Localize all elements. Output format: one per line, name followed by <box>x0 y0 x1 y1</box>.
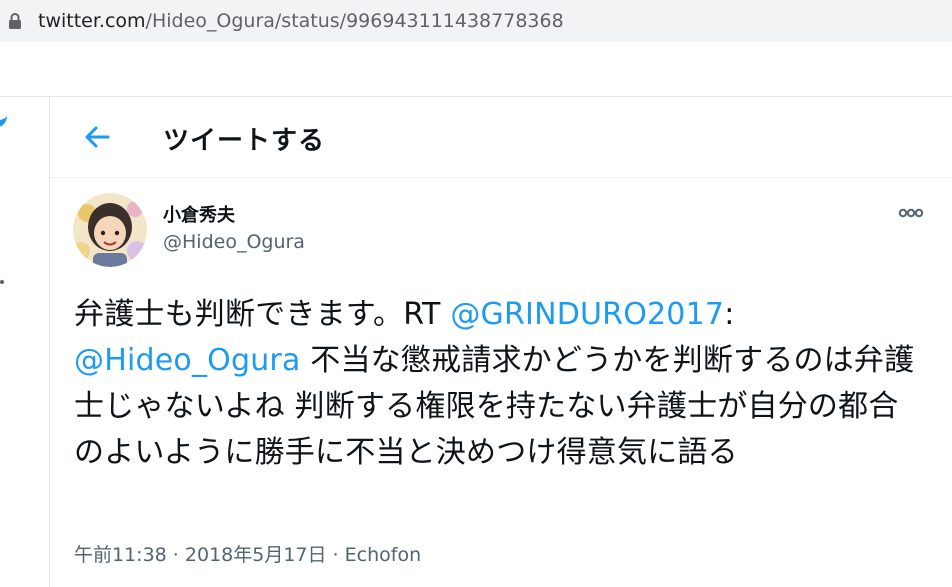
header-divider <box>50 177 952 178</box>
tweet-time[interactable]: 午前11:38 <box>74 544 167 566</box>
back-arrow-icon[interactable] <box>80 121 114 153</box>
tweet-metadata: 午前11:38 · 2018年5月17日 · Echofon <box>74 540 421 567</box>
author-name[interactable]: 小倉秀夫 <box>163 201 235 227</box>
avatar[interactable] <box>73 193 147 267</box>
browser-address-bar[interactable]: twitter.com/Hideo_Ogura/status/996943111… <box>0 0 952 42</box>
meta-separator: · <box>166 544 185 566</box>
mention-link[interactable]: @GRINDURO2017 <box>450 297 724 332</box>
tweet-text-part: : <box>724 297 735 332</box>
page-title: ツイートする <box>163 126 326 156</box>
more-options-icon[interactable] <box>896 202 926 224</box>
left-sidebar <box>0 97 49 587</box>
author-handle[interactable]: @Hideo_Ogura <box>163 231 305 253</box>
sidebar-nav-icon[interactable] <box>0 280 4 284</box>
meta-separator: · <box>326 544 345 566</box>
page-top-area <box>0 42 952 96</box>
url-host: twitter.com <box>38 10 146 32</box>
tweet-text-part: 弁護士も判断できます。RT <box>74 297 451 332</box>
tweet-date[interactable]: 2018年5月17日 <box>185 544 327 566</box>
lock-icon <box>9 13 21 29</box>
twitter-bird-icon[interactable] <box>0 116 8 132</box>
url-text[interactable]: twitter.com/Hideo_Ogura/status/996943111… <box>38 10 564 32</box>
tweet-source[interactable]: Echofon <box>345 544 421 566</box>
tweet-text: 弁護士も判断できます。RT @GRINDURO2017: @Hideo_Ogur… <box>74 292 924 476</box>
url-path: /Hideo_Ogura/status/996943111438778368 <box>145 10 564 32</box>
mention-link[interactable]: @Hideo_Ogura <box>74 343 301 378</box>
